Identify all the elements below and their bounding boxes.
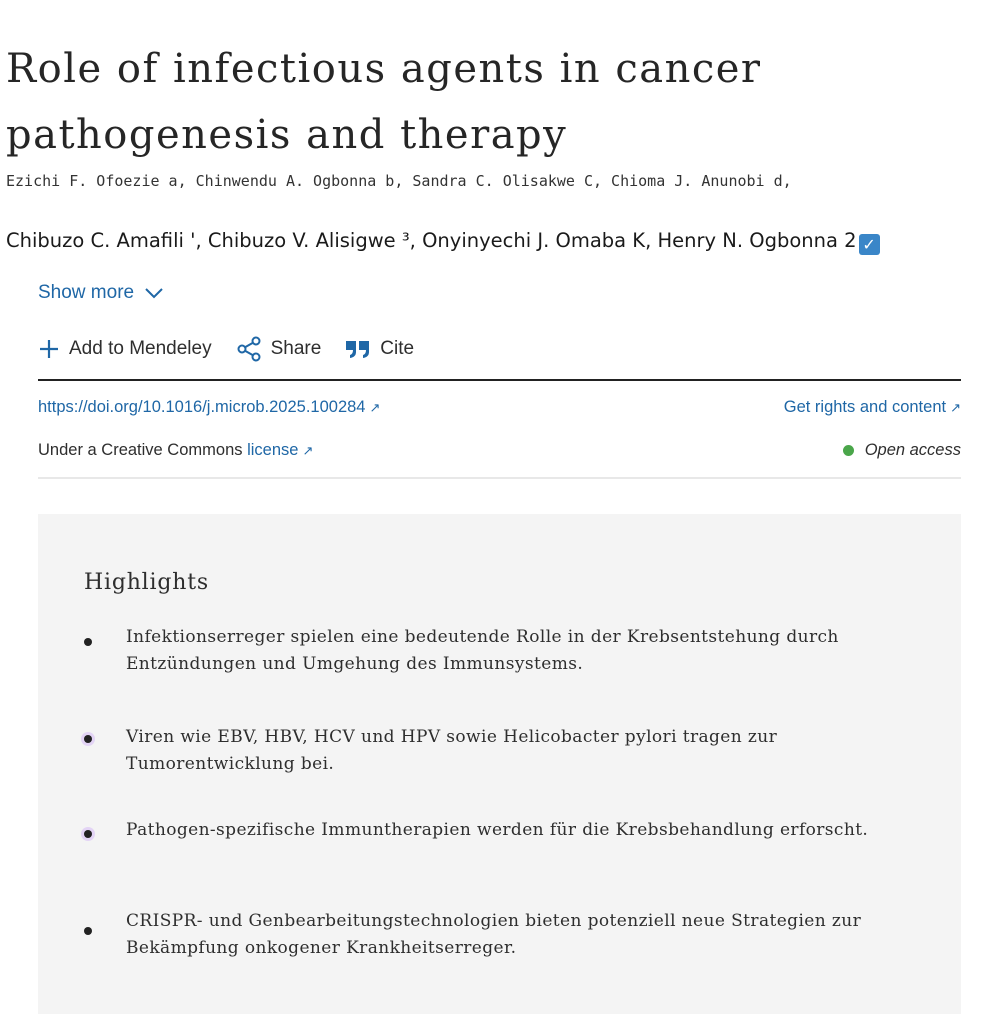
show-more-label: Show more [38, 282, 135, 303]
highlight-item: Viren wie EBV, HBV, HCV und HPV sowie He… [126, 727, 778, 774]
highlights-heading: Highlights [84, 570, 209, 595]
author-list-line-2: Chibuzo C. Amafili ', Chibuzo V. Alisigw… [6, 229, 880, 255]
highlight-item: CRISPR- und Genbearbeitungstechnologien … [126, 911, 862, 958]
highlights-section: Highlights Infektionserreger spielen ein… [38, 514, 961, 1014]
doi-link[interactable]: https://doi.org/10.1016/j.microb.2025.10… [38, 398, 380, 417]
external-link-icon: ↗ [950, 400, 961, 415]
doi-text: https://doi.org/10.1016/j.microb.2025.10… [38, 398, 366, 416]
bullet-icon [84, 638, 92, 646]
add-to-mendeley-button[interactable]: Add to Mendeley [38, 336, 212, 362]
open-access-label: Open access [864, 441, 961, 459]
license-link[interactable]: license ↗ [247, 441, 313, 459]
cite-button[interactable]: Cite [345, 336, 414, 362]
open-access-badge: Open access [842, 441, 961, 460]
author-list-line-2-text[interactable]: Chibuzo C. Amafili ', Chibuzo V. Alisigw… [6, 229, 857, 252]
section-divider [38, 477, 961, 479]
license-link-text: license [247, 441, 299, 459]
article-title: Role of infectious agents in cancer path… [6, 46, 762, 158]
share-icon [237, 336, 261, 362]
external-link-icon: ↗ [369, 400, 381, 415]
bullet-icon [84, 735, 92, 743]
open-access-dot-icon [842, 445, 854, 456]
quote-icon [346, 341, 370, 358]
license-statement: Under a Creative Commons license ↗ [38, 441, 313, 460]
bullet-icon [84, 830, 92, 838]
share-label: Share [270, 338, 322, 359]
author-list-line-1: Ezichi F. Ofoezie a, Chinwendu A. Ogbonn… [6, 172, 792, 190]
checkbox-icon: ✓ [858, 234, 880, 255]
add-to-mendeley-label: Add to Mendeley [69, 338, 212, 359]
get-rights-text: Get rights and content [783, 398, 947, 416]
external-link-icon: ↗ [302, 443, 314, 458]
chevron-down-icon [145, 288, 163, 299]
highlight-item: Infektionserreger spielen eine bedeutend… [126, 627, 839, 674]
license-prefix: Under a Creative Commons [38, 441, 243, 459]
plus-icon [40, 340, 58, 358]
toolbar-divider [38, 379, 961, 381]
get-rights-link[interactable]: Get rights and content ↗ [784, 398, 961, 417]
cite-label: Cite [380, 338, 415, 359]
show-more-button[interactable]: Show more [38, 282, 164, 304]
share-button[interactable]: Share [236, 336, 322, 362]
bullet-icon [84, 927, 92, 935]
highlight-item: Pathogen-spezifische Immuntherapien werd… [126, 820, 869, 840]
article-toolbar: Add to Mendeley Share Cite [38, 336, 414, 362]
